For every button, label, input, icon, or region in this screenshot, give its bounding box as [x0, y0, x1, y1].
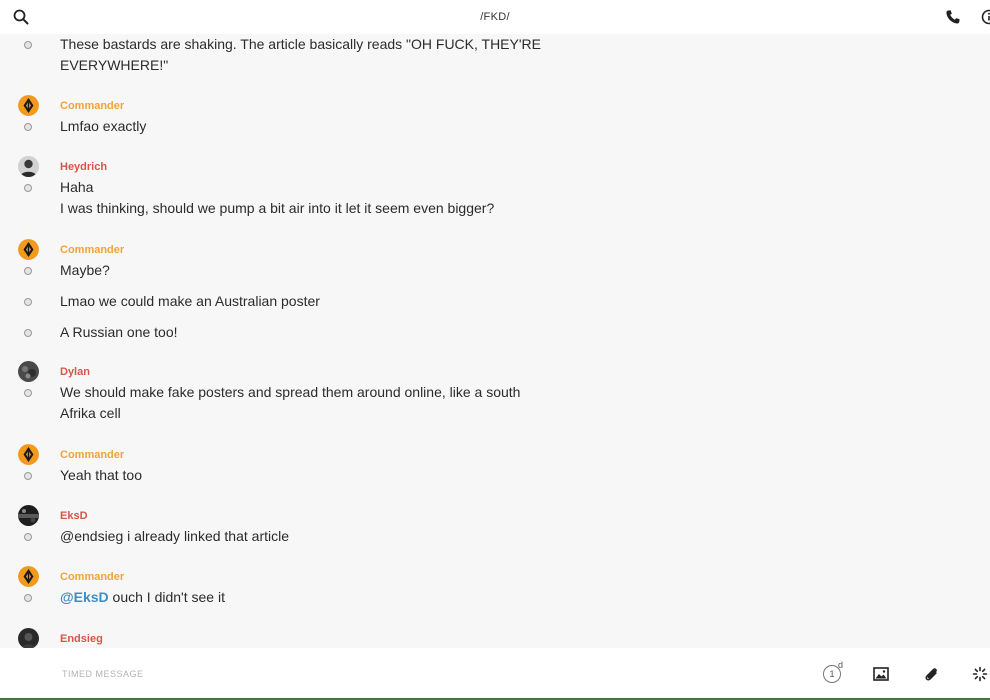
chat-app: /FKD/ These bastards are shaking. The ar…: [0, 0, 990, 700]
sender-name[interactable]: Dylan: [60, 366, 90, 378]
read-status-icon: [24, 41, 32, 49]
message-text: Lmfao exactly: [60, 118, 147, 134]
read-status-icon: [24, 298, 32, 306]
commander-avatar-icon: [18, 239, 39, 260]
message-text: A Russian one too!: [60, 324, 178, 340]
avatar[interactable]: [18, 239, 39, 260]
message-text: @endsieg i already linked that article: [60, 528, 290, 544]
message-text: Haha: [60, 179, 94, 195]
read-status-icon: [24, 123, 32, 131]
message-text: I was thinking, should we pump a bit air…: [60, 200, 495, 216]
sender-name[interactable]: Commander: [60, 244, 124, 256]
sender-name[interactable]: Commander: [60, 100, 124, 112]
message-text: These bastards are shaking. The article …: [60, 36, 541, 73]
read-status-icon: [24, 329, 32, 337]
message-composer: 1 d: [0, 648, 990, 698]
timer-value: 1: [829, 669, 835, 679]
avatar[interactable]: [18, 628, 39, 648]
user-photo-icon: [18, 628, 39, 648]
attach-button[interactable]: [919, 662, 943, 686]
avatar[interactable]: [18, 444, 39, 465]
commander-avatar-icon: [18, 444, 39, 465]
gif-button[interactable]: [968, 662, 990, 686]
search-button[interactable]: [10, 6, 32, 28]
message-text-body: ouch I didn't see it: [108, 589, 225, 605]
commander-avatar-icon: [18, 566, 39, 587]
read-status-icon: [24, 389, 32, 397]
call-button[interactable]: [942, 6, 964, 28]
timer-unit: d: [838, 660, 844, 670]
phone-icon: [946, 10, 960, 24]
sender-name[interactable]: Heydrich: [60, 161, 107, 173]
message-input[interactable]: [60, 664, 664, 684]
commander-avatar-icon: [18, 95, 39, 116]
read-status-icon: [24, 533, 32, 541]
avatar[interactable]: [18, 156, 39, 177]
image-icon: [873, 667, 889, 681]
sender-name[interactable]: EksD: [60, 510, 88, 522]
message-text: Yeah that too: [60, 467, 143, 483]
message-list[interactable]: These bastards are shaking. The article …: [0, 34, 990, 648]
sender-name[interactable]: Commander: [60, 571, 124, 583]
chat-header: /FKD/: [0, 0, 990, 34]
message-text: @EksD ouch I didn't see it: [60, 587, 560, 608]
timer-button[interactable]: 1 d: [820, 660, 844, 686]
message-text: Lmao we could make an Australian poster: [60, 293, 320, 309]
read-status-icon: [24, 472, 32, 480]
read-status-icon: [24, 594, 32, 602]
search-icon: [13, 9, 29, 25]
message-text: Maybe?: [60, 262, 110, 278]
sparkle-icon: [972, 666, 988, 682]
info-button[interactable]: [978, 6, 990, 28]
message-text: We should make fake posters and spread t…: [60, 384, 521, 421]
sender-name[interactable]: Commander: [60, 449, 124, 461]
paperclip-icon: [925, 668, 937, 681]
avatar[interactable]: [18, 361, 39, 382]
avatar[interactable]: [18, 566, 39, 587]
mention-link[interactable]: @EksD: [60, 589, 109, 605]
user-photo-icon: [18, 156, 39, 177]
chat-title: /FKD/: [480, 11, 510, 23]
image-button[interactable]: [869, 662, 893, 686]
avatar[interactable]: [18, 505, 39, 526]
user-photo-icon: [18, 361, 39, 382]
read-status-icon: [24, 184, 32, 192]
sender-name[interactable]: Endsieg: [60, 633, 103, 645]
avatar[interactable]: [18, 95, 39, 116]
read-status-icon: [24, 267, 32, 275]
info-icon: [981, 9, 990, 25]
user-photo-icon: [18, 505, 39, 526]
